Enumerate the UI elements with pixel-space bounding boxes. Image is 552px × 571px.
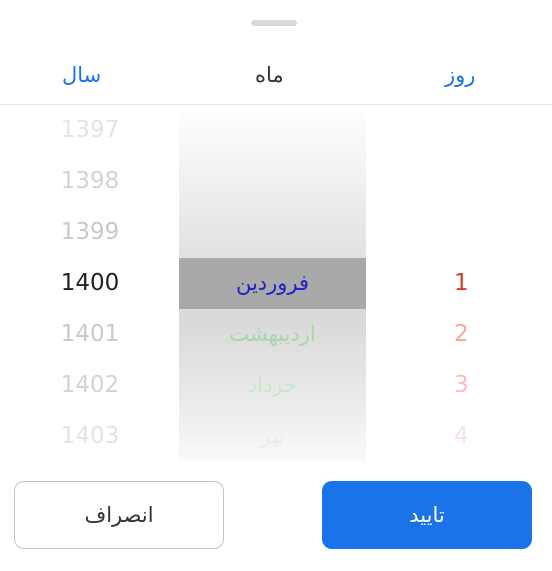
- day-column-label: روز: [445, 63, 476, 87]
- year-item[interactable]: 1403: [40, 411, 140, 462]
- cancel-button[interactable]: انصراف: [14, 481, 224, 549]
- day-wheel[interactable]: 1234: [400, 105, 520, 461]
- drag-handle[interactable]: [251, 20, 297, 26]
- month-item[interactable]: اردیبهشت: [179, 309, 366, 360]
- picker-header: سال ماه روز: [0, 50, 552, 104]
- month-item[interactable]: تیر: [179, 411, 366, 462]
- confirm-button[interactable]: تایید: [322, 481, 532, 549]
- month-wheel[interactable]: فروردین اردیبهشت خرداد تیر: [179, 105, 366, 461]
- year-item[interactable]: 1398: [40, 156, 140, 207]
- day-item[interactable]: 4: [400, 411, 520, 462]
- year-item[interactable]: 1399: [40, 207, 140, 258]
- month-item-selected[interactable]: فروردین: [179, 258, 366, 309]
- year-item[interactable]: 1397: [40, 105, 140, 156]
- year-column-label: سال: [62, 63, 102, 87]
- year-item[interactable]: 1402: [40, 360, 140, 411]
- month-item[interactable]: خرداد: [179, 360, 366, 411]
- day-item-selected[interactable]: 1: [400, 258, 520, 309]
- year-item-selected[interactable]: 1400: [40, 258, 140, 309]
- year-wheel[interactable]: 1397 1398 1399 1400 1401 1402 1403: [40, 105, 140, 461]
- day-item[interactable]: 3: [400, 360, 520, 411]
- year-item[interactable]: 1401: [40, 309, 140, 360]
- month-column-label: ماه: [255, 63, 284, 87]
- day-item[interactable]: 2: [400, 309, 520, 360]
